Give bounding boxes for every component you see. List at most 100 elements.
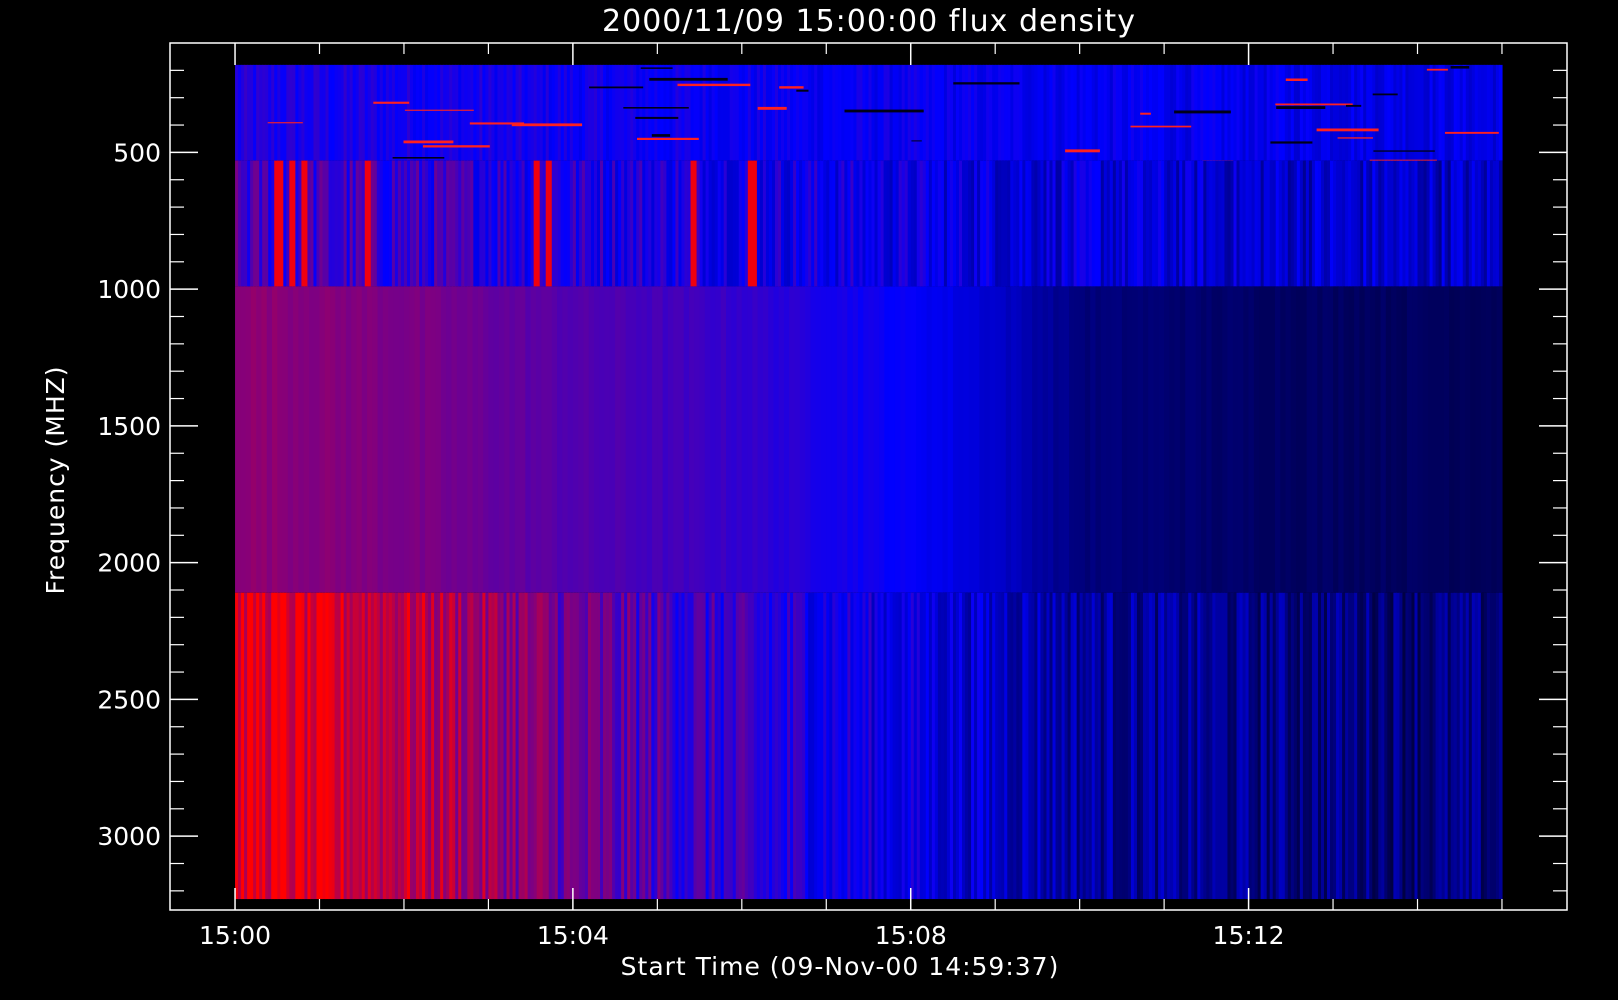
- spectrogram-streak: [1426, 68, 1448, 71]
- spectrogram-column: [1190, 286, 1197, 593]
- spectrogram-column: [1090, 286, 1097, 593]
- spectrogram-column: [1443, 286, 1450, 593]
- spectrogram-column: [1206, 286, 1213, 593]
- spectrogram-streak: [640, 67, 673, 69]
- spectrogram-column: [393, 286, 400, 593]
- spectrogram-column: [694, 286, 701, 593]
- spectrogram-column: [382, 286, 389, 593]
- spectrogram-column: [520, 286, 526, 593]
- spectrogram-column: [857, 286, 864, 593]
- spectrogram-column: [1364, 286, 1371, 593]
- spectrogram-column: [757, 286, 764, 593]
- spectrogram-column: [314, 286, 321, 593]
- spectrogram-column: [1179, 286, 1186, 593]
- spectrogram-column: [1111, 286, 1118, 593]
- spectrogram-column: [467, 286, 474, 593]
- spectrogram-column: [847, 286, 854, 593]
- spectrogram-column: [1153, 286, 1160, 593]
- spectrogram-column: [546, 286, 553, 593]
- spectrogram-column: [1491, 286, 1498, 593]
- spectrogram-column: [937, 286, 944, 593]
- spectrogram-column: [773, 286, 780, 593]
- spectrogram-streak: [511, 123, 583, 127]
- spectrogram-streak: [1174, 110, 1231, 114]
- spectrogram-column: [498, 286, 505, 593]
- spectrogram-column: [351, 286, 358, 593]
- spectrogram-column: [1454, 286, 1461, 593]
- spectrogram-column: [414, 286, 421, 593]
- spectrogram-column: [1106, 286, 1112, 593]
- spectrogram-column: [863, 286, 870, 593]
- spectrogram-column: [752, 286, 759, 593]
- spectrogram-column: [1047, 286, 1054, 593]
- spectrogram-column: [1438, 286, 1445, 593]
- spectrogram-column: [1486, 286, 1493, 593]
- spectrogram-streak: [392, 157, 445, 159]
- spectrogram-column: [504, 286, 511, 593]
- spectrogram-column: [889, 286, 896, 593]
- spectrogram-streak: [1275, 103, 1353, 106]
- spectrogram-column: [1232, 286, 1239, 593]
- frequency-band-1: [235, 64, 1503, 162]
- spectrogram-streak: [1316, 128, 1379, 132]
- spectrogram-column: [1132, 286, 1139, 593]
- spectrogram-streak: [677, 83, 751, 87]
- spectrogram-streak: [635, 116, 679, 119]
- spectrogram-column: [1343, 286, 1350, 593]
- spectrogram-column: [1391, 286, 1397, 593]
- spectrogram-column: [1259, 286, 1266, 593]
- spectrogram-column: [926, 286, 933, 593]
- spectrogram-column: [1000, 286, 1007, 593]
- spectrogram-column: [488, 286, 495, 593]
- spectrogram-column: [1422, 286, 1429, 593]
- spectrogram-column: [266, 286, 273, 593]
- spectrogram-streak: [1337, 137, 1373, 139]
- spectrogram-column: [615, 286, 621, 593]
- spectrogram-column: [594, 286, 600, 593]
- y-axis-label: Frequency (MHZ): [41, 365, 70, 594]
- spectrogram-column: [842, 286, 848, 593]
- spectrogram-column: [419, 286, 426, 593]
- spectrogram-column: [1116, 286, 1123, 593]
- spectrogram-column: [388, 286, 394, 593]
- spectrogram-column: [1143, 286, 1149, 593]
- spectrogram-column: [667, 286, 674, 593]
- spectrogram-column: [1496, 286, 1503, 593]
- spectrogram-column: [425, 286, 431, 593]
- spectrogram-data: [235, 64, 1503, 900]
- frequency-band-2: [235, 160, 1503, 287]
- spectrogram-column: [599, 286, 606, 593]
- spectrogram-column: [1253, 286, 1260, 593]
- spectrogram-streak: [637, 137, 699, 140]
- spectrogram-column: [1449, 286, 1456, 593]
- spectrogram-column: [699, 286, 706, 593]
- spectrogram-column: [1238, 286, 1244, 593]
- spectrogram-column: [1359, 286, 1366, 593]
- spectrogram-column: [1428, 286, 1434, 593]
- spectrogram-column: [625, 286, 632, 593]
- y-tick-label: 500: [113, 138, 161, 167]
- spectrogram-column: [652, 286, 658, 593]
- spectrogram-column: [1406, 286, 1413, 593]
- spectrogram-column: [1301, 286, 1308, 593]
- spectrogram-streak: [1276, 106, 1326, 109]
- spectrogram-column: [530, 286, 537, 593]
- spectrogram-column: [1274, 286, 1281, 593]
- spectrogram-column: [720, 286, 727, 593]
- spectrogram-column: [1127, 286, 1134, 593]
- spectrogram-column: [1058, 286, 1065, 593]
- spectrogram-column: [968, 286, 975, 593]
- spectrogram-column: [604, 286, 611, 593]
- spectrogram-column: [1053, 286, 1060, 593]
- spectrogram-column: [430, 286, 437, 593]
- spectrogram-column: [493, 286, 500, 593]
- spectrogram-column: [377, 286, 384, 593]
- spectrogram-streak: [403, 140, 454, 144]
- spectrogram-column: [361, 286, 368, 593]
- spectrogram-column: [1042, 286, 1049, 593]
- spectrogram-column: [1174, 286, 1181, 593]
- spectrogram-column: [1011, 286, 1017, 593]
- spectrogram-column: [1032, 286, 1039, 593]
- spectrogram-column: [1322, 286, 1329, 593]
- spectrogram-streak: [1450, 66, 1470, 69]
